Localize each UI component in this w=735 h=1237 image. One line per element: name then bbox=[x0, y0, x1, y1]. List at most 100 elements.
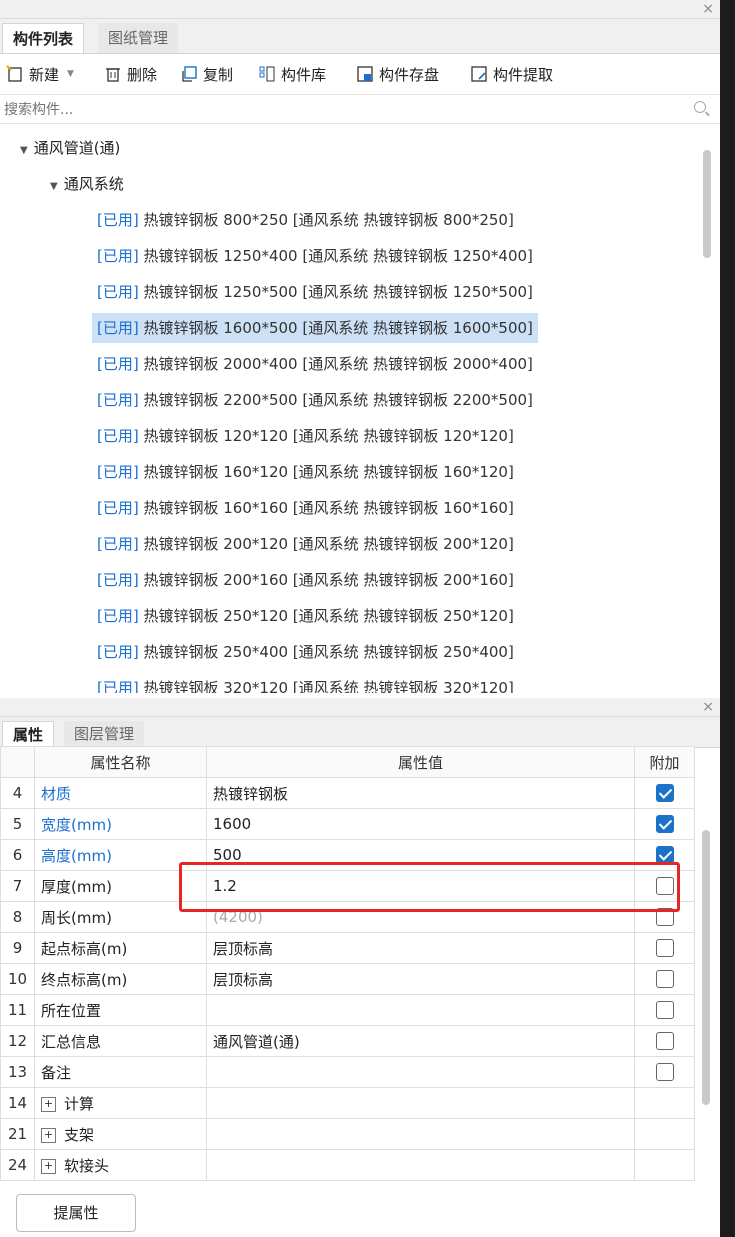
tree-leaf-item[interactable]: [已用] 热镀锌钢板 320*120 [通风系统 热镀锌钢板 320*120] bbox=[92, 673, 519, 693]
delete-button[interactable]: 删除 bbox=[104, 54, 157, 94]
extra-checkbox[interactable] bbox=[655, 784, 674, 803]
property-value[interactable]: 层顶标高 bbox=[206, 932, 635, 964]
caret-down-icon[interactable]: ▼ bbox=[50, 172, 58, 202]
property-value bbox=[206, 1087, 635, 1119]
properties-scrollbar-thumb[interactable] bbox=[702, 830, 710, 1105]
close-icon[interactable]: × bbox=[702, 0, 714, 18]
tree-leaf-label: 热镀锌钢板 200*120 [通风系统 热镀锌钢板 200*120] bbox=[143, 535, 514, 553]
row-number: 11 bbox=[0, 994, 35, 1026]
table-row[interactable]: 5 宽度(mm) 1600 bbox=[0, 808, 695, 840]
property-value[interactable] bbox=[206, 1056, 635, 1088]
copy-button[interactable]: 复制 bbox=[180, 54, 233, 94]
extra-checkbox[interactable] bbox=[655, 970, 674, 989]
used-tag: [已用] bbox=[97, 391, 139, 409]
row-number: 9 bbox=[0, 932, 35, 964]
new-button[interactable]: 新建 ▼ bbox=[6, 54, 74, 94]
table-row-group[interactable]: 21 + 支架 bbox=[0, 1118, 695, 1150]
tree-leaf-item-selected[interactable]: [已用] 热镀锌钢板 1600*500 [通风系统 热镀锌钢板 1600*500… bbox=[92, 313, 538, 343]
property-value[interactable]: 热镀锌钢板 bbox=[206, 777, 635, 809]
tree-leaf-item[interactable]: [已用] 热镀锌钢板 2000*400 [通风系统 热镀锌钢板 2000*400… bbox=[92, 349, 538, 379]
property-name: 起点标高(m) bbox=[34, 932, 207, 964]
property-name: 汇总信息 bbox=[34, 1025, 207, 1057]
copy-icon bbox=[182, 66, 197, 82]
tree-leaf-item[interactable]: [已用] 热镀锌钢板 120*120 [通风系统 热镀锌钢板 120*120] bbox=[92, 421, 519, 451]
search-input[interactable] bbox=[2, 98, 686, 122]
caret-down-icon[interactable]: ▼ bbox=[20, 136, 28, 166]
property-value[interactable]: 通风管道(通) bbox=[206, 1025, 635, 1057]
tree-leaf-item[interactable]: [已用] 热镀锌钢板 250*400 [通风系统 热镀锌钢板 250*400] bbox=[92, 637, 519, 667]
tree-leaf-item[interactable]: [已用] 热镀锌钢板 200*160 [通风系统 热镀锌钢板 200*160] bbox=[92, 565, 519, 595]
property-value[interactable]: 1600 bbox=[206, 808, 635, 840]
property-name: 宽度(mm) bbox=[34, 808, 207, 840]
tree-leaf-label: 热镀锌钢板 200*160 [通风系统 热镀锌钢板 200*160] bbox=[143, 571, 514, 589]
table-row[interactable]: 11 所在位置 bbox=[0, 994, 695, 1026]
table-row[interactable]: 9 起点标高(m) 层顶标高 bbox=[0, 932, 695, 964]
tree-leaf-label: 热镀锌钢板 320*120 [通风系统 热镀锌钢板 320*120] bbox=[143, 679, 514, 693]
property-value[interactable]: 层顶标高 bbox=[206, 963, 635, 995]
extra-checkbox[interactable] bbox=[655, 815, 674, 834]
extract-properties-button[interactable]: 提属性 bbox=[16, 1194, 136, 1232]
used-tag: [已用] bbox=[97, 211, 139, 229]
tree-leaf-item[interactable]: [已用] 热镀锌钢板 1250*400 [通风系统 热镀锌钢板 1250*400… bbox=[92, 241, 538, 271]
header-num bbox=[0, 746, 35, 778]
row-number: 13 bbox=[0, 1056, 35, 1088]
expand-plus-icon[interactable]: + bbox=[41, 1096, 56, 1112]
tab-properties[interactable]: 属性 bbox=[2, 721, 55, 747]
extra-checkbox[interactable] bbox=[655, 939, 674, 958]
table-row[interactable]: 10 终点标高(m) 层顶标高 bbox=[0, 963, 695, 995]
used-tag: [已用] bbox=[97, 319, 139, 337]
tree-group[interactable]: ▼ 通风系统 bbox=[50, 169, 124, 199]
table-row[interactable]: 13 备注 bbox=[0, 1056, 695, 1088]
tree-leaf-label: 热镀锌钢板 120*120 [通风系统 热镀锌钢板 120*120] bbox=[143, 427, 514, 445]
header-extra: 附加 bbox=[634, 746, 695, 778]
tree-root[interactable]: ▼ 通风管道(通) bbox=[20, 133, 120, 163]
save-label: 构件存盘 bbox=[379, 65, 440, 84]
table-row[interactable]: 12 汇总信息 通风管道(通) bbox=[0, 1025, 695, 1057]
tab-bar: 构件列表 图纸管理 bbox=[0, 19, 720, 54]
row-number: 21 bbox=[0, 1118, 35, 1150]
used-tag: [已用] bbox=[97, 679, 139, 693]
tree-scrollbar-thumb[interactable] bbox=[703, 150, 711, 258]
tree-leaf-item[interactable]: [已用] 热镀锌钢板 160*120 [通风系统 热镀锌钢板 160*120] bbox=[92, 457, 519, 487]
chevron-down-icon[interactable]: ▼ bbox=[67, 69, 74, 79]
tab-component-list[interactable]: 构件列表 bbox=[2, 23, 85, 53]
used-tag: [已用] bbox=[97, 463, 139, 481]
extra-checkbox[interactable] bbox=[655, 1032, 674, 1051]
new-file-icon bbox=[6, 65, 22, 82]
tab-layer-management[interactable]: 图层管理 bbox=[64, 721, 145, 747]
extra-checkbox[interactable] bbox=[655, 1001, 674, 1020]
table-row[interactable]: 4 材质 热镀锌钢板 bbox=[0, 777, 695, 809]
property-value[interactable] bbox=[206, 994, 635, 1026]
properties-table: 属性名称 属性值 附加 4 材质 热镀锌钢板 5 宽度(mm) 1600 6 高… bbox=[0, 746, 695, 1181]
table-header-row: 属性名称 属性值 附加 bbox=[0, 746, 695, 778]
close-icon[interactable]: × bbox=[702, 698, 714, 716]
tree-leaf-item[interactable]: [已用] 热镀锌钢板 160*160 [通风系统 热镀锌钢板 160*160] bbox=[92, 493, 519, 523]
search-icon[interactable] bbox=[694, 101, 706, 113]
property-name: 材质 bbox=[34, 777, 207, 809]
expand-plus-icon[interactable]: + bbox=[41, 1127, 56, 1143]
property-name: 备注 bbox=[34, 1056, 207, 1088]
drawing-canvas-edge bbox=[720, 0, 735, 1237]
tree-leaf-item[interactable]: [已用] 热镀锌钢板 250*120 [通风系统 热镀锌钢板 250*120] bbox=[92, 601, 519, 631]
library-icon bbox=[259, 66, 275, 82]
tree-leaf-label: 热镀锌钢板 160*160 [通风系统 热镀锌钢板 160*160] bbox=[143, 499, 514, 517]
tree-leaf-label: 热镀锌钢板 2200*500 [通风系统 热镀锌钢板 2200*500] bbox=[143, 391, 533, 409]
table-row-group[interactable]: 14 + 计算 bbox=[0, 1087, 695, 1119]
component-extract-button[interactable]: 构件提取 bbox=[470, 54, 553, 94]
tab-drawing-management[interactable]: 图纸管理 bbox=[98, 23, 179, 53]
panel-header: × bbox=[0, 698, 720, 717]
expand-plus-icon[interactable]: + bbox=[41, 1158, 56, 1174]
component-library-button[interactable]: 构件库 bbox=[258, 54, 326, 94]
component-list-panel: × 构件列表 图纸管理 新建 ▼ 删除 复制 构件库 构件存盘 构件提取 搜索构… bbox=[0, 0, 721, 693]
property-value bbox=[206, 1118, 635, 1150]
tree-leaf-item[interactable]: [已用] 热镀锌钢板 1250*500 [通风系统 热镀锌钢板 1250*500… bbox=[92, 277, 538, 307]
tree-leaf-label: 热镀锌钢板 1250*500 [通风系统 热镀锌钢板 1250*500] bbox=[143, 283, 533, 301]
row-number: 5 bbox=[0, 808, 35, 840]
tree-leaf-item[interactable]: [已用] 热镀锌钢板 2200*500 [通风系统 热镀锌钢板 2200*500… bbox=[92, 385, 538, 415]
used-tag: [已用] bbox=[97, 643, 139, 661]
component-save-button[interactable]: 构件存盘 bbox=[356, 54, 439, 94]
tree-leaf-item[interactable]: [已用] 热镀锌钢板 200*120 [通风系统 热镀锌钢板 200*120] bbox=[92, 529, 519, 559]
table-row-group[interactable]: 24 + 软接头 bbox=[0, 1149, 695, 1181]
extra-checkbox[interactable] bbox=[655, 1063, 674, 1082]
tree-leaf-item[interactable]: [已用] 热镀锌钢板 800*250 [通风系统 热镀锌钢板 800*250] bbox=[92, 205, 519, 235]
